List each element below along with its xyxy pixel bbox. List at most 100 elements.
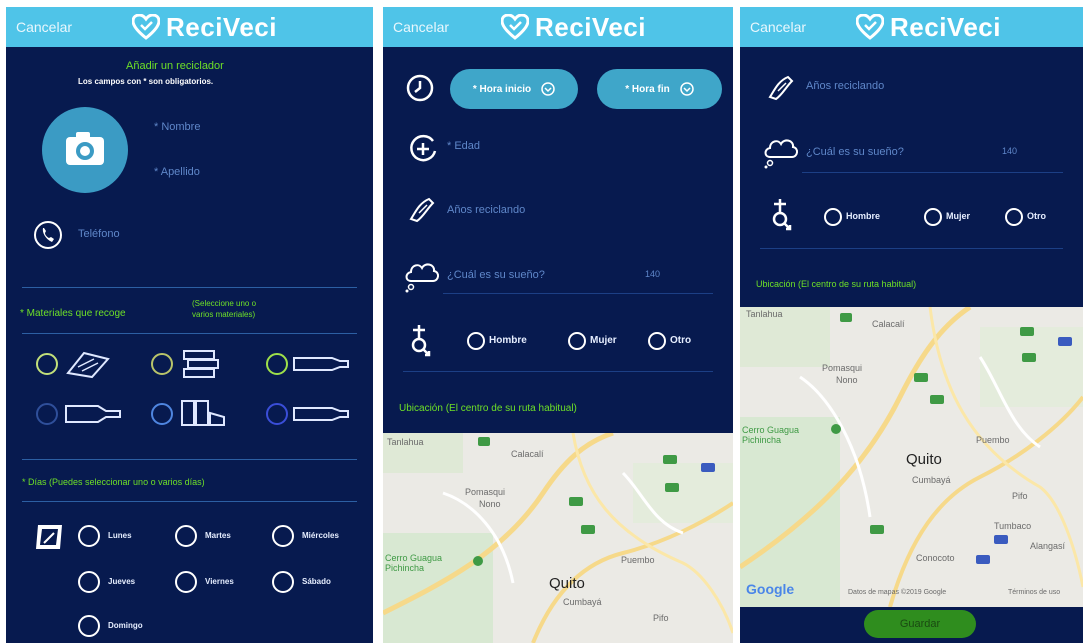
divider [760,248,1063,249]
cardboard-icon [183,350,219,378]
years-recycling-input[interactable]: Años reciclando [806,80,884,92]
material-checkbox-cardboard[interactable] [151,353,173,375]
clock-icon [406,74,434,102]
materials-label: * Materiales que recoge [20,308,126,319]
dream-input[interactable]: ¿Cuál es su sueño? [806,146,904,158]
day-checkbox-viernes[interactable] [175,571,197,593]
years-recycling-input[interactable]: Años reciclando [447,204,525,216]
material-checkbox-metal[interactable] [151,403,173,425]
name-input[interactable]: * Nombre [154,121,200,133]
brand-logo: ReciVeci [856,11,1001,43]
gender-radio-female[interactable] [568,332,586,350]
lastname-input[interactable]: * Apellido [154,166,200,178]
map-place: Tanlahua [746,309,783,319]
dream-input[interactable]: ¿Cuál es su sueño? [447,269,545,281]
brand-name: ReciVeci [166,11,277,42]
screen-add-recycler: Cancelar ReciVeci Añadir un reciclador L… [6,7,373,643]
location-label: Ubicación (El centro de su ruta habitual… [756,279,917,289]
material-checkbox-paper[interactable] [36,353,58,375]
photo-button[interactable] [42,107,128,193]
recycle-hand-icon [768,75,794,101]
map-terms-link[interactable]: Términos de uso [1008,589,1060,596]
map-roads [383,433,733,643]
divider [22,333,357,334]
map-place: Pifo [1012,491,1028,501]
day-checkbox-domingo[interactable] [78,615,100,637]
gender-radio-other[interactable] [1005,208,1023,226]
gender-radio-female[interactable] [924,208,942,226]
map-place: Nono [836,375,858,385]
day-label: Viernes [205,577,234,586]
glass-bottle-icon [65,405,121,423]
google-logo: Google [746,581,795,597]
map-city: Quito [549,575,585,592]
screen-recycler-details: Cancelar ReciVeci * Hora inicio * Hora f… [383,7,733,643]
page-title: Añadir un reciclador [126,60,224,72]
add-age-icon [410,134,437,162]
gender-radio-other[interactable] [648,332,666,350]
location-map[interactable]: Tanlahua Calacalí Pomasqui Nono Cerro Gu… [383,433,733,643]
day-checkbox-sabado[interactable] [272,571,294,593]
screen-recycler-location: Cancelar ReciVeci Años reciclando ¿Cuál … [740,7,1083,643]
heart-logo-icon [501,14,529,40]
gender-label: Mujer [590,335,617,346]
dream-char-counter: 140 [645,269,661,279]
day-label: Sábado [302,577,331,586]
camera-icon [66,132,104,165]
divider [403,371,713,372]
day-label: Martes [205,531,231,540]
map-place: Pomasqui [465,487,506,497]
divider [802,172,1063,173]
top-bar: Cancelar ReciVeci [6,7,373,47]
age-input[interactable]: * Edad [447,140,480,152]
gender-radio-male[interactable] [467,332,485,350]
day-checkbox-martes[interactable] [175,525,197,547]
map-place: Cerro Guagua Pichincha [742,425,800,445]
bottle-icon [293,407,349,421]
gender-icon [411,325,431,357]
top-bar: Cancelar ReciVeci [383,7,733,47]
material-checkbox-glass[interactable] [36,403,58,425]
phone-input[interactable]: Teléfono [78,228,120,240]
plastic-bottle-icon [293,357,349,371]
divider [22,501,357,502]
map-place: Conocoto [916,553,955,563]
map-place: Puembo [621,555,655,565]
gender-radio-male[interactable] [824,208,842,226]
start-time-picker[interactable]: * Hora inicio [450,69,578,109]
day-checkbox-miercoles[interactable] [272,525,294,547]
start-time-label: * Hora inicio [472,83,532,95]
material-checkbox-plastic[interactable] [266,353,288,375]
day-checkbox-jueves[interactable] [78,571,100,593]
map-place: Calacalí [872,319,905,329]
map-place: Tumbaco [994,521,1032,531]
required-note: Los campos con * son obligatorios. [78,77,214,86]
day-label: Miércoles [302,531,339,540]
phone-icon [34,221,62,249]
end-time-picker[interactable]: * Hora fin [597,69,722,109]
gender-label: Mujer [946,211,971,221]
chevron-down-icon [679,82,694,96]
map-place: Puembo [976,435,1010,445]
brand-logo: ReciVeci [501,11,646,43]
cancel-button[interactable]: Cancelar [393,19,449,35]
save-button[interactable]: Guardar [864,610,976,638]
map-attribution: Datos de mapas ©2019 Google [848,589,947,596]
brand-logo: ReciVeci [132,11,277,43]
cans-icon [181,400,225,426]
heart-logo-icon [132,14,160,40]
map-place: Calacalí [511,449,544,459]
day-checkbox-lunes[interactable] [78,525,100,547]
map-place: Cumbayá [563,597,602,607]
location-map[interactable]: Tanlahua Calacalí Pomasqui Nono Cerro Gu… [740,307,1083,607]
heart-logo-icon [856,14,884,40]
map-place: Pifo [653,613,669,623]
divider [22,459,357,460]
map-place: Alangasí [1030,541,1066,551]
map-place: Tanlahua [387,437,424,447]
cancel-button[interactable]: Cancelar [16,19,72,35]
material-checkbox-tetrapak[interactable] [266,403,288,425]
cancel-button[interactable]: Cancelar [750,19,806,35]
days-label: * Días (Puedes seleccionar uno o varios … [22,477,205,487]
gender-label: Hombre [846,211,881,221]
